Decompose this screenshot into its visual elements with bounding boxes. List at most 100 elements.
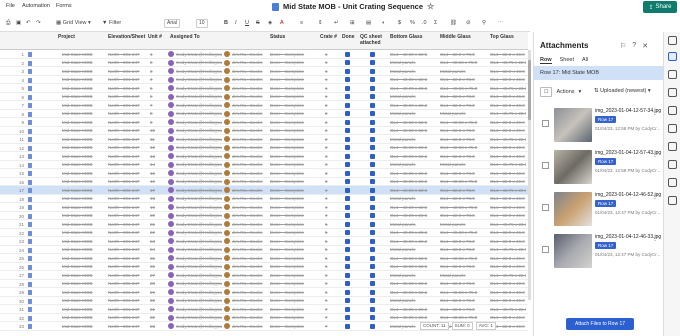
cell-status[interactable]: Done - Complete [270, 77, 316, 82]
cell-project[interactable]: Mid State MOB [62, 222, 106, 227]
row-number[interactable]: 18 [10, 197, 24, 202]
row-number[interactable]: 21 [10, 222, 24, 227]
star-icon[interactable]: ☆ [427, 2, 434, 11]
cell-top-glass[interactable]: GL1 - 32.0 x 40.0 [490, 315, 526, 320]
table-row[interactable]: 22 Mid State MOB North - 201-247 22 Cody.Cra… [0, 229, 528, 237]
cell-elevation[interactable]: North - 201-247 [108, 111, 146, 116]
attachment-thumbnail[interactable] [554, 192, 592, 226]
row-attachment-icon[interactable] [28, 315, 32, 321]
cell-assigned-2[interactable]: Jim.Ra...Cooks [232, 60, 268, 65]
cell-bottom-glass[interactable]: GL1 - 48.00 x 22.6 [390, 205, 438, 210]
more-icon[interactable]: ⋯ [498, 18, 504, 28]
cell-bottom-glass[interactable]: Metal panels [390, 111, 438, 116]
cell-elevation[interactable]: North - 201-247 [108, 188, 146, 193]
attachment-checkbox[interactable] [542, 162, 549, 169]
table-row[interactable]: 11 Mid State MOB North - 201-247 11 Cody.Cra… [0, 135, 528, 144]
cell-unit[interactable]: 32 [150, 315, 164, 320]
cell-assigned[interactable]: Cody.Crate@Hollingsw... [176, 239, 222, 244]
cell-unit[interactable]: 29 [150, 290, 164, 295]
row-attachment-icon[interactable] [28, 196, 32, 202]
row-attachment-icon[interactable] [28, 171, 32, 176]
proofing-icon[interactable] [668, 106, 677, 115]
cell-assigned-2[interactable]: Jim.Ra...Cooks [232, 290, 268, 295]
row-attachment-icon[interactable] [28, 145, 32, 151]
qc-checkbox[interactable] [370, 204, 375, 210]
cell-bottom-glass[interactable]: GL1 - 48.00 x 22.6 [390, 171, 438, 176]
cell-crate[interactable]: 7 [325, 307, 337, 312]
cell-project[interactable]: Mid State MOB [62, 179, 106, 184]
qc-checkbox[interactable] [370, 153, 375, 159]
done-checkbox[interactable] [345, 289, 350, 295]
row-attachment-icon[interactable] [28, 307, 32, 312]
done-checkbox[interactable] [345, 315, 350, 320]
cell-elevation[interactable]: North - 201-247 [108, 77, 146, 82]
highlight-icon[interactable]: ◐ [382, 18, 385, 28]
cell-unit[interactable]: 19 [150, 205, 164, 210]
cell-unit[interactable]: 31 [150, 307, 164, 312]
qc-checkbox[interactable] [370, 68, 375, 74]
cell-elevation[interactable]: North - 201-247 [108, 86, 146, 91]
decimal-icon[interactable]: .0 [422, 18, 427, 28]
row-attachment-icon[interactable] [28, 298, 32, 304]
cell-assigned[interactable]: Cody.Crate@Hollingsw... [176, 213, 222, 218]
attachment-thumbnail[interactable] [554, 150, 592, 184]
col-unit[interactable]: Unit # [148, 34, 162, 41]
row-attachment-icon[interactable] [28, 230, 32, 236]
done-checkbox[interactable] [345, 94, 350, 99]
cell-status[interactable]: Done - Complete [270, 324, 316, 329]
table-row[interactable]: 29 Mid State MOB North - 201-247 29 Cody.Cra… [0, 288, 528, 297]
font-size-dropdown[interactable]: 10 [196, 18, 208, 28]
done-checkbox[interactable] [345, 196, 350, 201]
qc-checkbox[interactable] [370, 187, 375, 193]
align-left-icon[interactable]: ≡ [300, 18, 303, 28]
col-bottom-glass[interactable]: Bottom Glass [390, 34, 423, 41]
underline-icon[interactable]: U [245, 18, 249, 28]
cell-unit[interactable]: 24 [150, 247, 164, 252]
cell-bottom-glass[interactable]: GL1 - 48.00 x 22.6 [390, 188, 438, 193]
qc-checkbox[interactable] [370, 238, 375, 244]
row-number[interactable]: 23 [10, 239, 24, 244]
cell-project[interactable]: Mid State MOB [62, 120, 106, 125]
strikethrough-icon[interactable]: S [256, 18, 260, 28]
cell-bottom-glass[interactable]: GL1 - 48.00 x 22.6 [390, 154, 438, 159]
cell-assigned-2[interactable]: Jim.Ra...Cooks [232, 205, 268, 210]
currency-icon[interactable]: $ [398, 18, 401, 28]
cell-status[interactable]: Done - Complete [270, 315, 316, 320]
row-attachment-icon[interactable] [28, 120, 32, 125]
qc-checkbox[interactable] [370, 315, 375, 320]
cell-crate[interactable]: 5 [325, 239, 337, 244]
cell-top-glass[interactable]: GL1 - 48.75 x 22.6 [490, 111, 526, 116]
cell-elevation[interactable]: North - 201-247 [108, 103, 146, 108]
row-number[interactable]: 33 [10, 324, 24, 329]
done-checkbox[interactable] [345, 204, 350, 210]
cell-status[interactable]: Done - Complete [270, 171, 316, 176]
cell-crate[interactable]: 1 [325, 86, 337, 91]
cell-crate[interactable]: 3 [325, 145, 337, 150]
cell-top-glass[interactable]: GL1 - 32.0 x 40.0 [490, 145, 526, 150]
cell-bottom-glass[interactable]: GL1 - 48.00 x 22.6 [390, 128, 438, 133]
cell-assigned[interactable]: Cody.Crate@Hollingsw... [176, 324, 222, 329]
vertical-scrollbar[interactable] [528, 50, 531, 300]
cell-crate[interactable]: 6 [325, 264, 337, 269]
cell-unit[interactable]: 1 [150, 52, 164, 57]
cell-crate[interactable]: 2 [325, 120, 337, 125]
cell-crate[interactable]: 1 [325, 94, 337, 99]
cell-middle-glass[interactable]: GL1 - 32.0 x 73.0 [440, 298, 488, 303]
cell-unit[interactable]: 6 [150, 94, 164, 99]
qc-checkbox[interactable] [370, 94, 375, 99]
qc-checkbox[interactable] [370, 60, 375, 65]
cell-status[interactable]: Done - Complete [270, 60, 316, 65]
cell-unit[interactable]: 5 [150, 86, 164, 91]
cell-assigned[interactable]: Cody.Crate@Hollingsw... [176, 137, 222, 142]
cell-bottom-glass[interactable]: GL1 - 48.00 x 22.6 [390, 230, 438, 235]
bell-icon[interactable]: ⚐ [620, 42, 626, 50]
done-checkbox[interactable] [345, 111, 350, 116]
cell-assigned-2[interactable]: Jim.Ra...Cooks [232, 145, 268, 150]
cell-middle-glass[interactable]: GL1 - 32.0 x 73.0 [440, 128, 488, 133]
row-attachment-icon[interactable] [28, 103, 32, 108]
cell-crate[interactable]: 7 [325, 315, 337, 320]
cell-top-glass[interactable]: GL1 - 32.0 x 40.0 [490, 154, 526, 159]
cell-assigned-2[interactable]: Jim.Ra...Cooks [232, 213, 268, 218]
cell-project[interactable]: Mid State MOB [62, 230, 106, 235]
cell-project[interactable]: Mid State MOB [62, 103, 106, 108]
